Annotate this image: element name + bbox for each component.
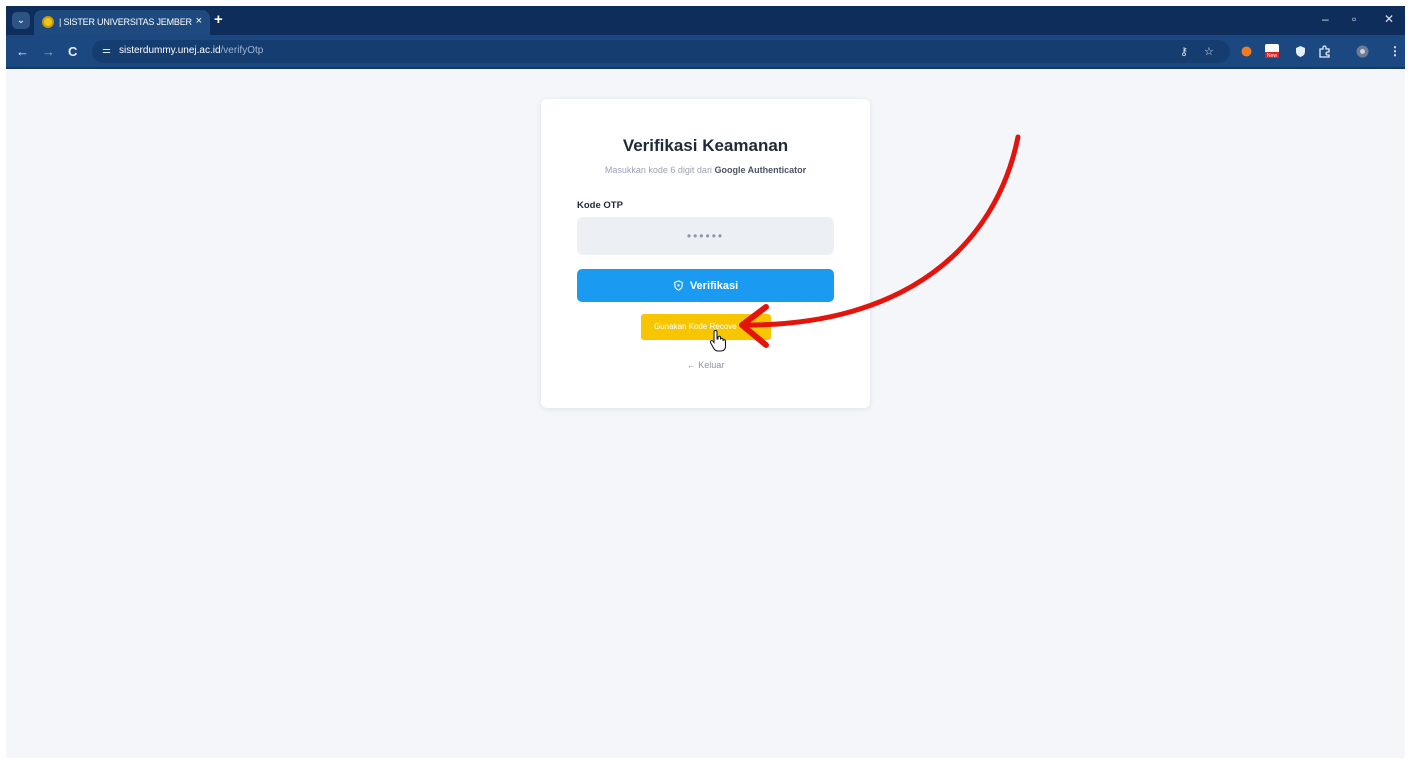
restore-button[interactable]: ▫ xyxy=(1352,12,1356,26)
extension-orange-icon[interactable] xyxy=(1240,45,1253,58)
logout-link[interactable]: ← Keluar xyxy=(541,360,870,370)
favicon-icon xyxy=(42,16,54,28)
url-path: /verifyOtp xyxy=(220,45,264,56)
tab-close-icon[interactable]: × xyxy=(196,15,202,27)
extension-badge-text: New xyxy=(1267,53,1277,59)
tab-search-button[interactable]: ⌄ xyxy=(12,12,30,29)
otp-verification-card: Verifikasi Keamanan Masukkan kode 6 digi… xyxy=(541,99,870,408)
tab-bar: ⌄ | SISTER UNIVERSITAS JEMBER × + – ▫ ✕ xyxy=(6,6,1405,35)
close-window-button[interactable]: ✕ xyxy=(1384,12,1394,26)
subtitle-text: Masukkan kode 6 digit dari xyxy=(604,165,712,175)
password-key-icon[interactable]: ⚷ xyxy=(1180,45,1188,58)
verify-button[interactable]: Verifikasi xyxy=(577,269,834,302)
forward-button[interactable]: → xyxy=(42,44,55,59)
url-host: sisterdummy.unej.ac.id xyxy=(119,45,221,56)
extensions-puzzle-icon[interactable] xyxy=(1318,45,1331,58)
hand-cursor-icon xyxy=(709,330,726,352)
page-title: Verifikasi Keamanan xyxy=(622,136,789,155)
use-recovery-code-button[interactable]: Gunakan Kode Recove xyxy=(641,314,771,340)
page-subtitle: Masukkan kode 6 digit dari Google Authen… xyxy=(541,165,870,175)
browser-menu-icon[interactable]: ⋮ xyxy=(1389,44,1401,58)
shield-icon xyxy=(674,280,683,291)
browser-window: ⌄ | SISTER UNIVERSITAS JEMBER × + – ▫ ✕ … xyxy=(6,6,1405,758)
active-tab[interactable]: | SISTER UNIVERSITAS JEMBER × xyxy=(34,10,210,35)
extension-news-icon[interactable]: New xyxy=(1264,43,1280,59)
new-tab-button[interactable]: + xyxy=(214,11,223,28)
subtitle-app-name: Google Authenticator xyxy=(714,165,807,175)
back-button[interactable]: ← xyxy=(16,44,29,59)
browser-toolbar: ← → C ⚌ sisterdummy.unej.ac.id/verifyOtp… xyxy=(6,35,1405,69)
otp-field-label: Kode OTP xyxy=(577,200,623,211)
reload-button[interactable]: C xyxy=(68,44,77,59)
verify-button-label: Verifikasi xyxy=(689,279,739,292)
tab-title: | SISTER UNIVERSITAS JEMBER xyxy=(59,17,192,27)
profile-avatar-icon[interactable] xyxy=(1356,45,1369,58)
bookmark-star-icon[interactable]: ☆ xyxy=(1204,45,1214,58)
site-settings-icon[interactable]: ⚌ xyxy=(102,45,111,56)
url-text[interactable]: sisterdummy.unej.ac.id/verifyOtp xyxy=(119,45,263,56)
address-bar[interactable]: ⚌ sisterdummy.unej.ac.id/verifyOtp ⚷ ☆ xyxy=(92,40,1230,63)
minimize-button[interactable]: – xyxy=(1322,12,1329,26)
otp-input[interactable] xyxy=(577,217,834,255)
extension-shield-icon[interactable] xyxy=(1294,45,1307,58)
